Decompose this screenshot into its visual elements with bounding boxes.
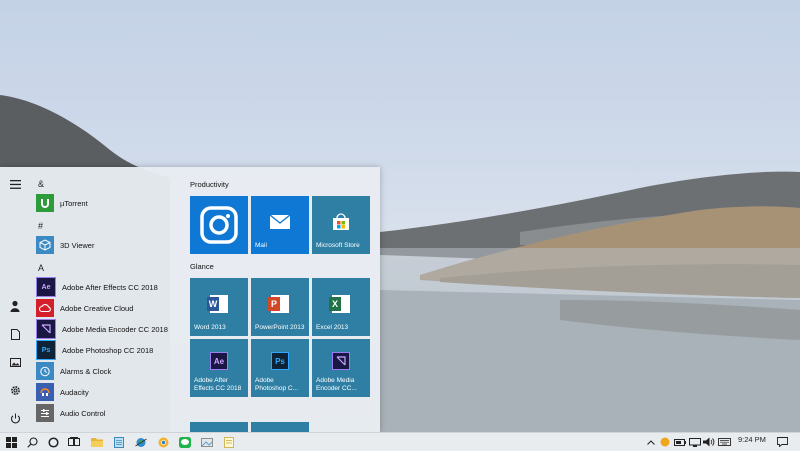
after-effects-icon: Ae bbox=[210, 352, 228, 371]
audio-control-icon bbox=[36, 404, 54, 422]
chrome-icon[interactable] bbox=[154, 434, 172, 450]
letter-header-a[interactable]: A bbox=[38, 263, 44, 273]
task-view-icon[interactable] bbox=[65, 434, 83, 450]
file-explorer-icon[interactable] bbox=[88, 434, 106, 450]
tile-label: Adobe Media Encoder CC... bbox=[316, 377, 357, 392]
clock-time[interactable]: 9:24 PM bbox=[738, 435, 766, 444]
media-encoder-icon bbox=[332, 352, 350, 371]
search-icon[interactable] bbox=[23, 434, 41, 450]
photoshop-icon: Ps bbox=[36, 340, 56, 360]
tile-photoshop[interactable]: Ps Adobe Photoshop C... bbox=[251, 339, 309, 397]
volume-icon[interactable] bbox=[702, 434, 716, 450]
app-audio-control[interactable]: Audio Control bbox=[36, 403, 181, 423]
user-icon[interactable] bbox=[6, 297, 24, 315]
app-label: Audio Control bbox=[60, 408, 106, 418]
tile-after-effects[interactable]: Ae Adobe After Effects CC 2018 bbox=[190, 339, 248, 397]
windows-start-icon[interactable] bbox=[2, 434, 20, 450]
notepad-icon[interactable] bbox=[110, 434, 128, 450]
word-icon: W bbox=[207, 295, 228, 314]
app-3d-viewer[interactable]: 3D Viewer bbox=[36, 235, 181, 255]
cortana-icon[interactable] bbox=[44, 434, 62, 450]
taskbar: 9:24 PM bbox=[0, 432, 800, 451]
tile-word-2013[interactable]: W Word 2013 bbox=[190, 278, 248, 336]
media-icon[interactable] bbox=[198, 434, 216, 450]
app-list: & µTorrent # 3D Viewer A Ae Adobe After … bbox=[30, 167, 180, 432]
app-label: Adobe Creative Cloud bbox=[60, 303, 134, 313]
tile-label: PowerPoint 2013 bbox=[255, 324, 305, 331]
app-photoshop[interactable]: Ps Adobe Photoshop CC 2018 bbox=[36, 340, 181, 360]
letter-header-hash[interactable]: # bbox=[38, 221, 43, 231]
app-label: 3D Viewer bbox=[60, 240, 95, 250]
onedrive-icon[interactable] bbox=[659, 434, 671, 450]
start-rail bbox=[0, 167, 30, 432]
app-label: Alarms & Clock bbox=[60, 366, 112, 376]
settings-icon[interactable] bbox=[6, 381, 24, 399]
tile-label: Word 2013 bbox=[194, 324, 226, 331]
app-alarms-clock[interactable]: Alarms & Clock bbox=[36, 361, 181, 381]
app-after-effects[interactable]: Ae Adobe After Effects CC 2018 bbox=[36, 277, 181, 297]
tile-label: Adobe After Effects CC 2018 bbox=[194, 377, 242, 392]
notification-icon[interactable] bbox=[773, 434, 791, 450]
3d-viewer-icon bbox=[36, 236, 54, 254]
battery-icon[interactable] bbox=[673, 434, 687, 450]
audacity-icon bbox=[36, 383, 54, 401]
photoshop-icon: Ps bbox=[271, 352, 289, 371]
chevron-up-icon[interactable] bbox=[645, 434, 657, 450]
tile-label: Microsoft Store bbox=[316, 242, 360, 249]
pictures-icon[interactable] bbox=[6, 353, 24, 371]
app-label: Adobe Photoshop CC 2018 bbox=[62, 345, 154, 355]
group-title-productivity[interactable]: Productivity bbox=[190, 180, 229, 189]
utorrent-icon bbox=[36, 194, 54, 212]
tile-label: Mail bbox=[255, 242, 267, 249]
app-label: Adobe Media Encoder CC 2018 bbox=[62, 324, 168, 334]
notes-icon[interactable] bbox=[220, 434, 238, 450]
app-label: Audacity bbox=[60, 387, 89, 397]
hamburger-icon[interactable] bbox=[6, 175, 24, 193]
tile-partial[interactable] bbox=[251, 422, 309, 432]
app-media-encoder[interactable]: Adobe Media Encoder CC 2018 bbox=[36, 319, 181, 339]
tile-powerpoint-2013[interactable]: P PowerPoint 2013 bbox=[251, 278, 309, 336]
tile-partial[interactable] bbox=[190, 422, 248, 432]
powerpoint-icon: P bbox=[268, 295, 289, 314]
tile-instagram[interactable] bbox=[190, 196, 248, 254]
app-creative-cloud[interactable]: Adobe Creative Cloud bbox=[36, 298, 181, 318]
line-icon[interactable] bbox=[176, 434, 194, 450]
alarm-clock-icon bbox=[36, 362, 54, 380]
tile-mail[interactable]: Mail bbox=[251, 196, 309, 254]
tile-microsoft-store[interactable]: Microsoft Store bbox=[312, 196, 370, 254]
letter-header-amp[interactable]: & bbox=[38, 179, 44, 189]
creative-cloud-icon bbox=[36, 299, 54, 317]
earth-icon[interactable] bbox=[132, 434, 150, 450]
tile-media-encoder[interactable]: Adobe Media Encoder CC... bbox=[312, 339, 370, 397]
power-icon[interactable] bbox=[6, 409, 24, 427]
tile-label: Excel 2013 bbox=[316, 324, 349, 331]
app-label: µTorrent bbox=[60, 198, 88, 208]
mail-icon bbox=[270, 215, 290, 230]
tile-label: Adobe Photoshop C... bbox=[255, 377, 298, 392]
documents-icon[interactable] bbox=[6, 325, 24, 343]
start-menu: & µTorrent # 3D Viewer A Ae Adobe After … bbox=[0, 167, 380, 432]
app-label: Adobe After Effects CC 2018 bbox=[62, 282, 158, 292]
keyboard-icon[interactable] bbox=[717, 434, 731, 450]
excel-icon: X bbox=[329, 295, 350, 314]
store-icon bbox=[332, 213, 350, 231]
media-encoder-icon bbox=[36, 319, 56, 339]
tile-excel-2013[interactable]: X Excel 2013 bbox=[312, 278, 370, 336]
network-icon[interactable] bbox=[688, 434, 702, 450]
group-title-glance[interactable]: Glance bbox=[190, 262, 214, 271]
app-audacity[interactable]: Audacity bbox=[36, 382, 181, 402]
instagram-icon bbox=[199, 205, 239, 245]
app-utorrent[interactable]: µTorrent bbox=[36, 193, 181, 213]
after-effects-icon: Ae bbox=[36, 277, 56, 297]
